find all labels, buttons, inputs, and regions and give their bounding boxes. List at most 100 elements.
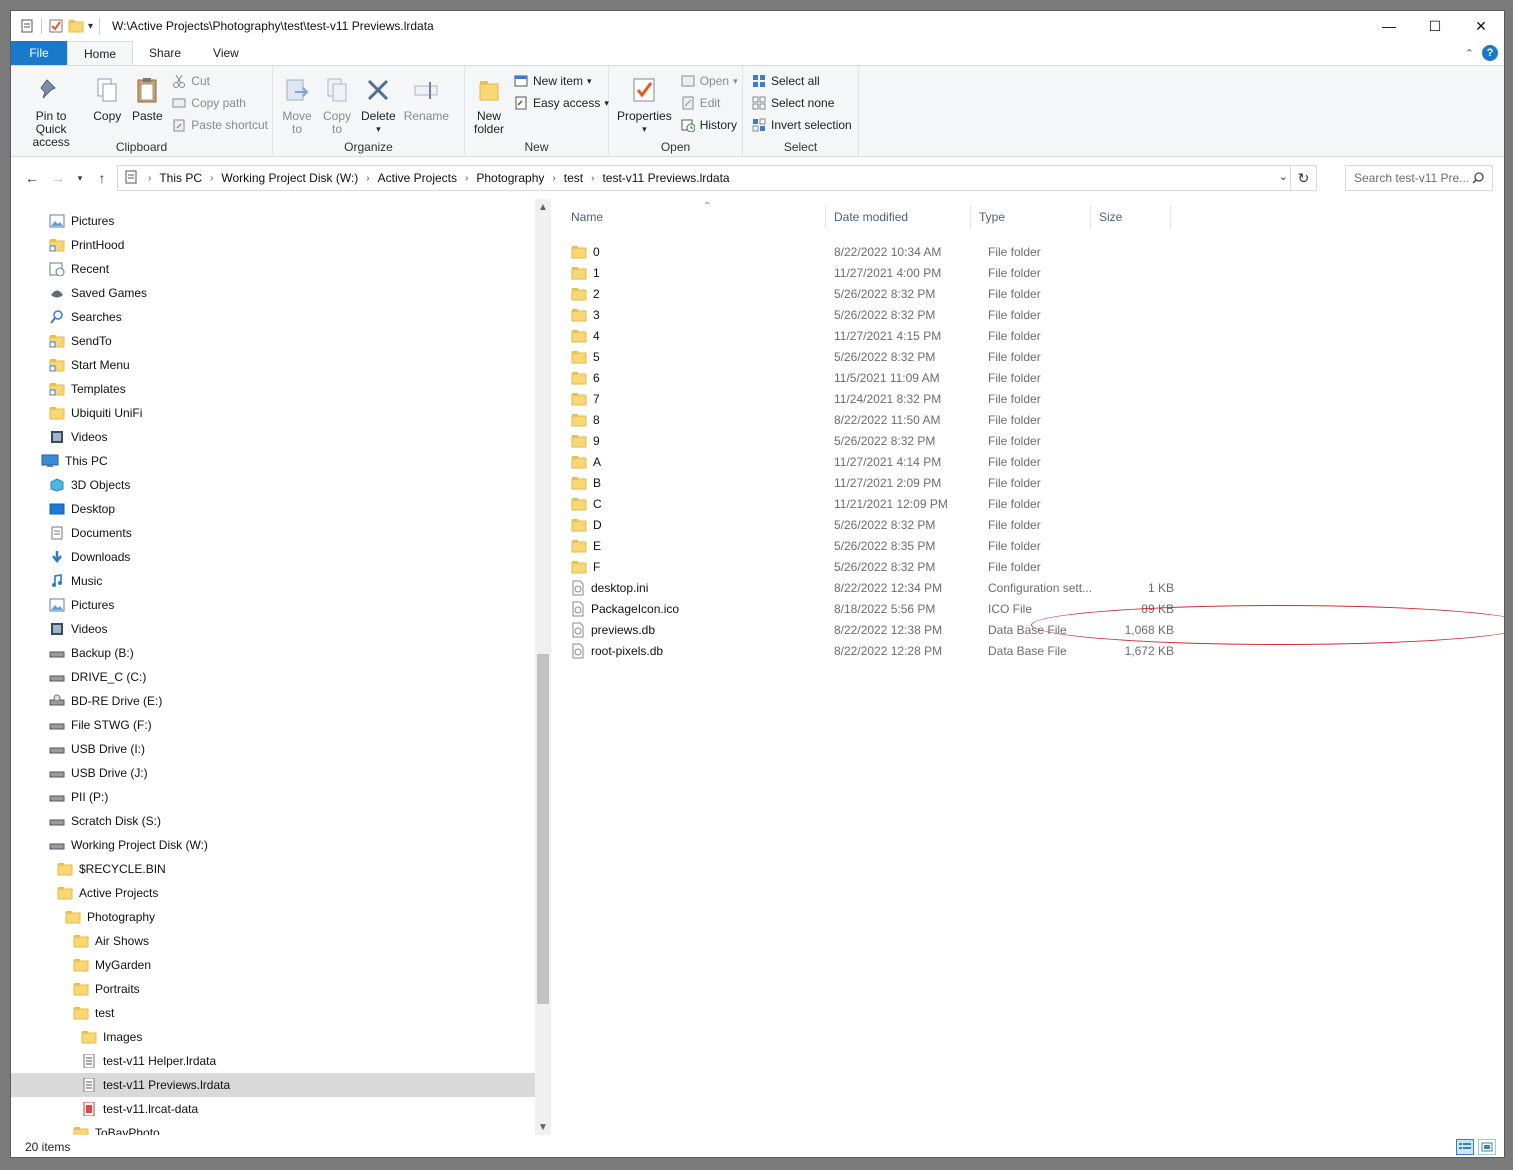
history-button[interactable]: History bbox=[680, 116, 738, 134]
nav-item[interactable]: This PC bbox=[41, 449, 108, 473]
nav-item[interactable]: $RECYCLE.BIN bbox=[57, 857, 166, 881]
nav-item[interactable]: Templates bbox=[49, 377, 126, 401]
copy-path-button[interactable]: Copy path bbox=[171, 94, 268, 112]
file-row[interactable]: F 5/26/2022 8:32 PM File folder bbox=[571, 556, 1171, 577]
file-row[interactable]: A 11/27/2021 4:14 PM File folder bbox=[571, 451, 1171, 472]
nav-item[interactable]: test bbox=[73, 1001, 114, 1025]
paste-shortcut-button[interactable]: Paste shortcut bbox=[171, 116, 268, 134]
collapse-ribbon-icon[interactable]: ⌃ bbox=[1465, 47, 1474, 60]
file-row[interactable]: 6 11/5/2021 11:09 AM File folder bbox=[571, 367, 1171, 388]
properties-icon[interactable] bbox=[48, 18, 64, 34]
nav-item[interactable]: Pictures bbox=[49, 209, 114, 233]
nav-item[interactable]: Desktop bbox=[49, 497, 115, 521]
invert-selection-button[interactable]: Invert selection bbox=[751, 116, 852, 134]
file-row[interactable]: 3 5/26/2022 8:32 PM File folder bbox=[571, 304, 1171, 325]
column-header-date[interactable]: Date modified bbox=[826, 205, 971, 229]
file-row[interactable]: 9 5/26/2022 8:32 PM File folder bbox=[571, 430, 1171, 451]
file-row[interactable]: 2 5/26/2022 8:32 PM File folder bbox=[571, 283, 1171, 304]
nav-item[interactable]: ToBayPhoto bbox=[73, 1121, 160, 1135]
tab-home[interactable]: Home bbox=[67, 41, 134, 65]
tab-share[interactable]: Share bbox=[133, 41, 197, 65]
search-box[interactable]: Search test-v11 Pre... bbox=[1345, 165, 1493, 191]
file-row[interactable]: C 11/21/2021 12:09 PM File folder bbox=[571, 493, 1171, 514]
nav-item[interactable]: 3D Objects bbox=[49, 473, 130, 497]
nav-item[interactable]: Videos bbox=[49, 617, 107, 641]
nav-item[interactable]: Backup (B:) bbox=[49, 641, 134, 665]
tab-file[interactable]: File bbox=[11, 41, 67, 65]
file-row[interactable]: previews.db 8/22/2022 12:38 PM Data Base F… bbox=[571, 619, 1174, 640]
select-none-button[interactable]: Select none bbox=[751, 94, 852, 112]
nav-item[interactable]: Music bbox=[49, 569, 102, 593]
file-row[interactable]: E 5/26/2022 8:35 PM File folder bbox=[571, 535, 1171, 556]
nav-item[interactable]: Searches bbox=[49, 305, 122, 329]
recent-locations-button[interactable]: ▾ bbox=[73, 167, 87, 189]
nav-item[interactable]: BD-RE Drive (E:) bbox=[49, 689, 162, 713]
nav-item[interactable]: test-v11.lrcat-data bbox=[81, 1097, 198, 1121]
address-bar[interactable]: › This PC › Working Project Disk (W:) › Activ… bbox=[117, 165, 1317, 191]
scroll-up-arrow-icon[interactable]: ▲ bbox=[535, 199, 551, 215]
file-row[interactable]: 4 11/27/2021 4:15 PM File folder bbox=[571, 325, 1171, 346]
new-item-button[interactable]: New item ▾ bbox=[513, 72, 609, 90]
nav-item[interactable]: Scratch Disk (S:) bbox=[49, 809, 161, 833]
nav-item[interactable]: Recent bbox=[49, 257, 109, 281]
column-header-name[interactable]: ⌃ Name bbox=[563, 201, 826, 229]
address-dropdown-icon[interactable]: ⌄ bbox=[1279, 170, 1288, 183]
breadcrumb-item[interactable]: Photography bbox=[472, 171, 548, 185]
nav-item[interactable]: Air Shows bbox=[73, 929, 149, 953]
tab-view[interactable]: View bbox=[197, 41, 255, 65]
minimize-button[interactable]: — bbox=[1366, 11, 1412, 41]
nav-item[interactable]: Portraits bbox=[73, 977, 140, 1001]
easy-access-button[interactable]: Easy access ▾ bbox=[513, 94, 609, 112]
nav-item[interactable]: Active Projects bbox=[57, 881, 158, 905]
nav-item[interactable]: Pictures bbox=[49, 593, 114, 617]
nav-item[interactable]: USB Drive (J:) bbox=[49, 761, 148, 785]
nav-item[interactable]: DRIVE_C (C:) bbox=[49, 665, 146, 689]
file-row[interactable]: PackageIcon.ico 8/18/2022 5:56 PM ICO File… bbox=[571, 598, 1174, 619]
nav-item[interactable]: Videos bbox=[49, 425, 107, 449]
file-row[interactable]: 7 11/24/2021 8:32 PM File folder bbox=[571, 388, 1171, 409]
large-icons-view-button[interactable] bbox=[1478, 1139, 1496, 1155]
forward-button[interactable]: → bbox=[47, 167, 69, 189]
nav-item[interactable]: File STWG (F:) bbox=[49, 713, 152, 737]
file-row[interactable]: D 5/26/2022 8:32 PM File folder bbox=[571, 514, 1171, 535]
nav-item[interactable]: Saved Games bbox=[49, 281, 147, 305]
close-button[interactable]: ✕ bbox=[1458, 11, 1504, 41]
edit-button[interactable]: Edit bbox=[680, 94, 738, 112]
file-row[interactable]: root-pixels.db 8/22/2022 12:28 PM Data Bas… bbox=[571, 640, 1174, 661]
breadcrumb-separator-icon[interactable]: › bbox=[362, 173, 373, 184]
open-button[interactable]: Open ▾ bbox=[680, 72, 738, 90]
system-menu-icon[interactable] bbox=[19, 18, 35, 34]
breadcrumb-separator-icon[interactable]: › bbox=[587, 173, 598, 184]
new-folder-icon[interactable] bbox=[68, 18, 84, 34]
column-header-size[interactable]: Size bbox=[1091, 205, 1171, 229]
nav-item[interactable]: test-v11 Helper.lrdata bbox=[81, 1049, 216, 1073]
file-row[interactable]: 0 8/22/2022 10:34 AM File folder bbox=[571, 241, 1171, 262]
nav-item[interactable]: Working Project Disk (W:) bbox=[49, 833, 208, 857]
nav-item[interactable]: SendTo bbox=[49, 329, 112, 353]
breadcrumb-item[interactable]: Active Projects bbox=[374, 171, 461, 185]
nav-item[interactable]: Start Menu bbox=[49, 353, 130, 377]
breadcrumb-item[interactable]: Working Project Disk (W:) bbox=[217, 171, 362, 185]
customize-toolbar-icon[interactable]: ▾ bbox=[88, 21, 93, 32]
column-header-type[interactable]: Type bbox=[971, 205, 1091, 229]
select-all-button[interactable]: Select all bbox=[751, 72, 852, 90]
nav-item[interactable]: Documents bbox=[49, 521, 132, 545]
breadcrumb-separator-icon[interactable]: › bbox=[461, 173, 472, 184]
nav-item[interactable]: PrintHood bbox=[49, 233, 124, 257]
file-row[interactable]: desktop.ini 8/22/2022 12:34 PM Configurati… bbox=[571, 577, 1174, 598]
nav-item[interactable]: Ubiquiti UniFi bbox=[49, 401, 142, 425]
file-row[interactable]: 1 11/27/2021 4:00 PM File folder bbox=[571, 262, 1171, 283]
navigation-scrollbar[interactable]: ▲ ▼ bbox=[535, 199, 551, 1135]
cut-button[interactable]: Cut bbox=[171, 72, 268, 90]
file-row[interactable]: 5 5/26/2022 8:32 PM File folder bbox=[571, 346, 1171, 367]
breadcrumb-separator-icon[interactable]: › bbox=[548, 173, 559, 184]
nav-item[interactable]: Photography bbox=[65, 905, 155, 929]
nav-item[interactable]: Downloads bbox=[49, 545, 130, 569]
file-row[interactable]: B 11/27/2021 2:09 PM File folder bbox=[571, 472, 1171, 493]
up-button[interactable]: ↑ bbox=[91, 167, 113, 189]
breadcrumb-item[interactable]: test bbox=[560, 171, 587, 185]
breadcrumb-item[interactable]: This PC bbox=[155, 171, 206, 185]
file-row[interactable]: 8 8/22/2022 11:50 AM File folder bbox=[571, 409, 1171, 430]
breadcrumb-separator-icon[interactable]: › bbox=[206, 173, 217, 184]
scrollbar-thumb[interactable] bbox=[537, 654, 549, 1004]
